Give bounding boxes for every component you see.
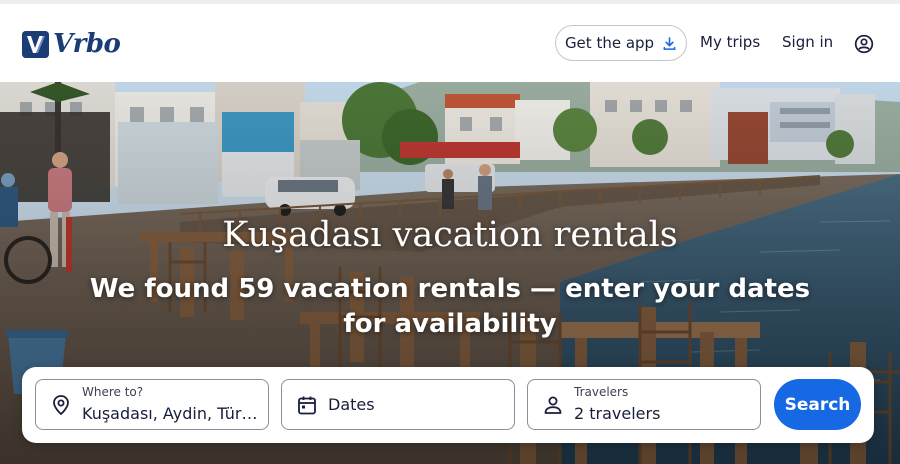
- destination-field[interactable]: Where to? Kuşadası, Aydin, Türkiye: [35, 379, 269, 430]
- search-form: Where to? Kuşadası, Aydin, Türkiye Dates…: [22, 367, 874, 443]
- get-the-app-button[interactable]: Get the app: [555, 25, 687, 61]
- destination-label: Where to?: [82, 385, 144, 399]
- vrbo-logo[interactable]: Vrbo: [22, 29, 121, 59]
- download-icon: [663, 36, 676, 50]
- vrbo-logo-mark-icon: [22, 30, 49, 58]
- person-icon: [544, 396, 562, 414]
- travelers-value: 2 travelers: [574, 404, 661, 423]
- dates-field[interactable]: Dates: [281, 379, 515, 430]
- travelers-label: Travelers: [574, 385, 629, 399]
- location-pin-icon: [53, 395, 69, 416]
- dates-label: Dates: [328, 395, 375, 414]
- vrbo-logo-text: Vrbo: [53, 29, 121, 59]
- get-the-app-label: Get the app: [564, 34, 655, 52]
- sign-in-link[interactable]: Sign in: [782, 33, 833, 51]
- hero-title: Kuşadası vacation rentals: [222, 215, 678, 255]
- destination-value: Kuşadası, Aydin, Türkiye: [82, 404, 262, 423]
- calendar-icon: [298, 396, 316, 415]
- hero-subtitle: We found 59 vacation rentals — enter you…: [89, 274, 811, 339]
- site-header: Vrbo Get the app My trips Sign in: [0, 4, 900, 82]
- account-circle-icon[interactable]: [854, 34, 874, 54]
- travelers-field[interactable]: Travelers 2 travelers: [527, 379, 761, 430]
- my-trips-link[interactable]: My trips: [700, 33, 760, 51]
- search-button[interactable]: Search: [774, 379, 861, 430]
